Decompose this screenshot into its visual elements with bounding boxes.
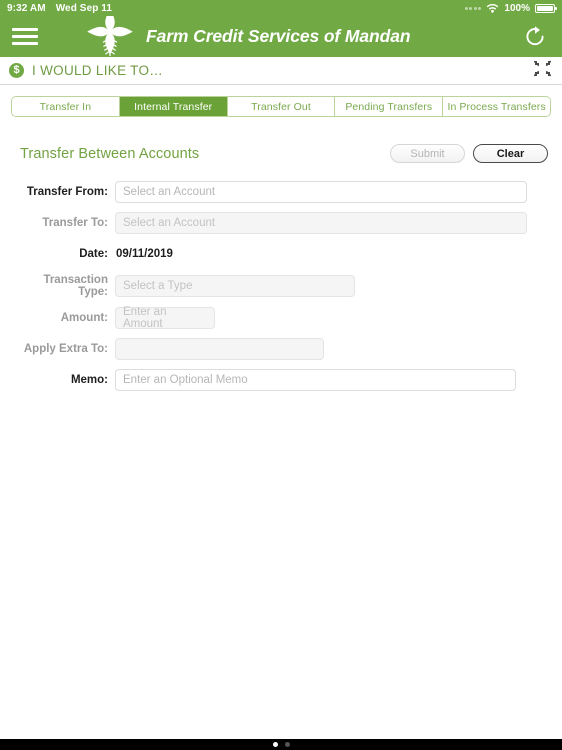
field-row-memo: Memo: Enter an Optional Memo: [11, 369, 551, 391]
field-row-transaction-type: Transaction Type: Select a Type: [11, 274, 551, 298]
page-dot-inactive[interactable]: [284, 742, 290, 747]
section-header[interactable]: $ I WOULD LIKE TO…: [0, 57, 562, 85]
form-action-buttons: Submit Clear: [390, 144, 548, 163]
app-screen: 9:32 AM Wed Sep 11 100% Farm Credit Serv…: [0, 0, 562, 750]
collapse-icon[interactable]: [533, 60, 552, 82]
wifi-icon: [487, 4, 499, 13]
tab-internal-transfer[interactable]: Internal Transfer: [119, 97, 228, 116]
amount-label: Amount:: [60, 312, 108, 324]
status-bar-right-group: 100%: [464, 2, 557, 14]
transfer-to-select[interactable]: Select an Account: [115, 212, 527, 234]
tab-in-process-transfers[interactable]: In Process Transfers: [443, 97, 550, 116]
brand-title: Farm Credit Services of Mandan: [146, 26, 411, 46]
status-bar-date: Wed Sep 11: [55, 2, 113, 14]
hamburger-menu-icon[interactable]: [12, 24, 38, 50]
date-value[interactable]: 09/11/2019: [115, 248, 173, 260]
tab-transfer-out[interactable]: Transfer Out: [227, 97, 336, 116]
field-row-transfer-from: Transfer From: Select an Account: [11, 181, 551, 203]
tab-transfer-in[interactable]: Transfer In: [12, 97, 120, 116]
form-fields: Transfer From: Select an Account Transfe…: [11, 169, 551, 400]
submit-button[interactable]: Submit: [390, 144, 465, 163]
field-row-amount: Amount: Enter an Amount: [11, 306, 551, 330]
app-header-bar: Farm Credit Services of Mandan: [0, 8, 562, 60]
page-title: Transfer Between Accounts: [20, 145, 200, 162]
battery-icon: [535, 3, 557, 13]
field-row-date: Date: 09/11/2019: [11, 243, 551, 265]
form-header: Transfer Between Accounts Submit Clear: [11, 117, 551, 169]
transaction-type-label: Transaction Type:: [43, 274, 108, 298]
memo-label: Memo:: [70, 374, 108, 386]
refresh-icon[interactable]: [520, 22, 550, 52]
section-title: I WOULD LIKE TO…: [32, 63, 164, 78]
signal-dots-icon: [464, 6, 482, 10]
transfer-tab-bar: Transfer In Internal Transfer Transfer O…: [11, 96, 551, 117]
status-bar: 9:32 AM Wed Sep 11 100%: [0, 0, 562, 16]
field-row-apply-extra-to: Apply Extra To:: [11, 338, 551, 360]
page-dot-active[interactable]: [272, 742, 278, 747]
amount-input[interactable]: Enter an Amount: [115, 306, 215, 330]
transfer-from-label: Transfer From:: [26, 186, 108, 198]
home-indicator-bar: [0, 739, 562, 750]
apply-extra-to-label: Apply Extra To:: [23, 343, 108, 355]
status-bar-time: 9:32 AM: [7, 2, 46, 14]
clear-button[interactable]: Clear: [473, 144, 548, 163]
field-row-transfer-to: Transfer To: Select an Account: [11, 212, 551, 234]
transfer-from-select[interactable]: Select an Account: [115, 181, 527, 203]
transfer-form-card: Transfer Between Accounts Submit Clear T…: [11, 117, 551, 739]
transfer-to-label: Transfer To:: [42, 217, 108, 229]
tab-pending-transfers[interactable]: Pending Transfers: [335, 97, 444, 116]
memo-input[interactable]: Enter an Optional Memo: [115, 369, 516, 391]
brand-group: Farm Credit Services of Mandan: [84, 8, 411, 60]
apply-extra-to-select[interactable]: [115, 338, 324, 360]
date-label: Date:: [79, 248, 108, 260]
dollar-badge-icon: $: [9, 63, 24, 78]
battery-percent-label: 100%: [504, 2, 530, 14]
transaction-type-select[interactable]: Select a Type: [115, 275, 355, 297]
form-empty-space: [11, 400, 551, 739]
